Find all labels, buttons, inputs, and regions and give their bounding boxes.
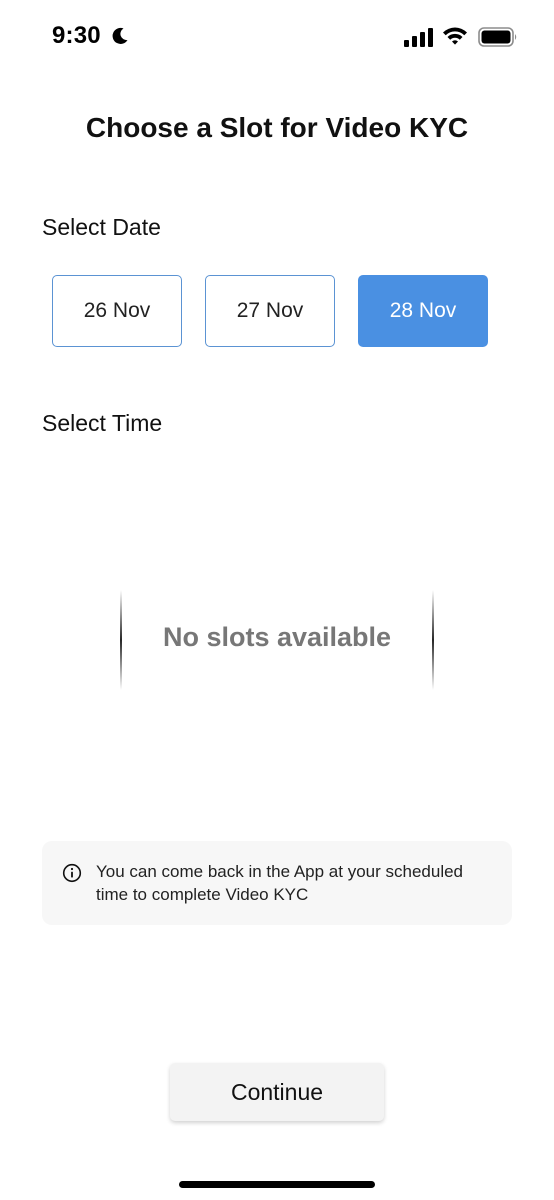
signal-icon — [404, 28, 433, 47]
info-text: You can come back in the App at your sch… — [96, 862, 464, 904]
select-date-label: Select Date — [42, 214, 161, 240]
date-chip-label: 28 Nov — [389, 299, 457, 322]
page-title: Choose a Slot for Video KYC — [85, 112, 469, 143]
status-time: 9:30 — [52, 22, 101, 49]
date-chip-26-nov[interactable]: 26 Nov — [52, 275, 182, 347]
info-box: You can come back in the App at your sch… — [42, 841, 512, 925]
moon-icon — [112, 27, 128, 44]
date-chip-label: 26 Nov — [83, 299, 151, 322]
slot-divider-right — [432, 590, 434, 690]
continue-button[interactable]: Continue — [170, 1063, 384, 1121]
date-chip-28-nov-selected[interactable]: 28 Nov — [358, 275, 488, 347]
battery-icon — [478, 27, 517, 47]
info-icon — [62, 863, 82, 883]
wifi-icon — [443, 27, 467, 45]
select-time-label: Select Time — [42, 410, 163, 436]
status-bar: 9:30 — [0, 0, 554, 76]
no-slots-message: No slots available — [162, 622, 392, 652]
time-slots-area: No slots available — [118, 590, 436, 690]
date-chip-label: 27 Nov — [236, 299, 304, 322]
home-indicator[interactable] — [179, 1181, 375, 1188]
date-chip-27-nov[interactable]: 27 Nov — [205, 275, 335, 347]
